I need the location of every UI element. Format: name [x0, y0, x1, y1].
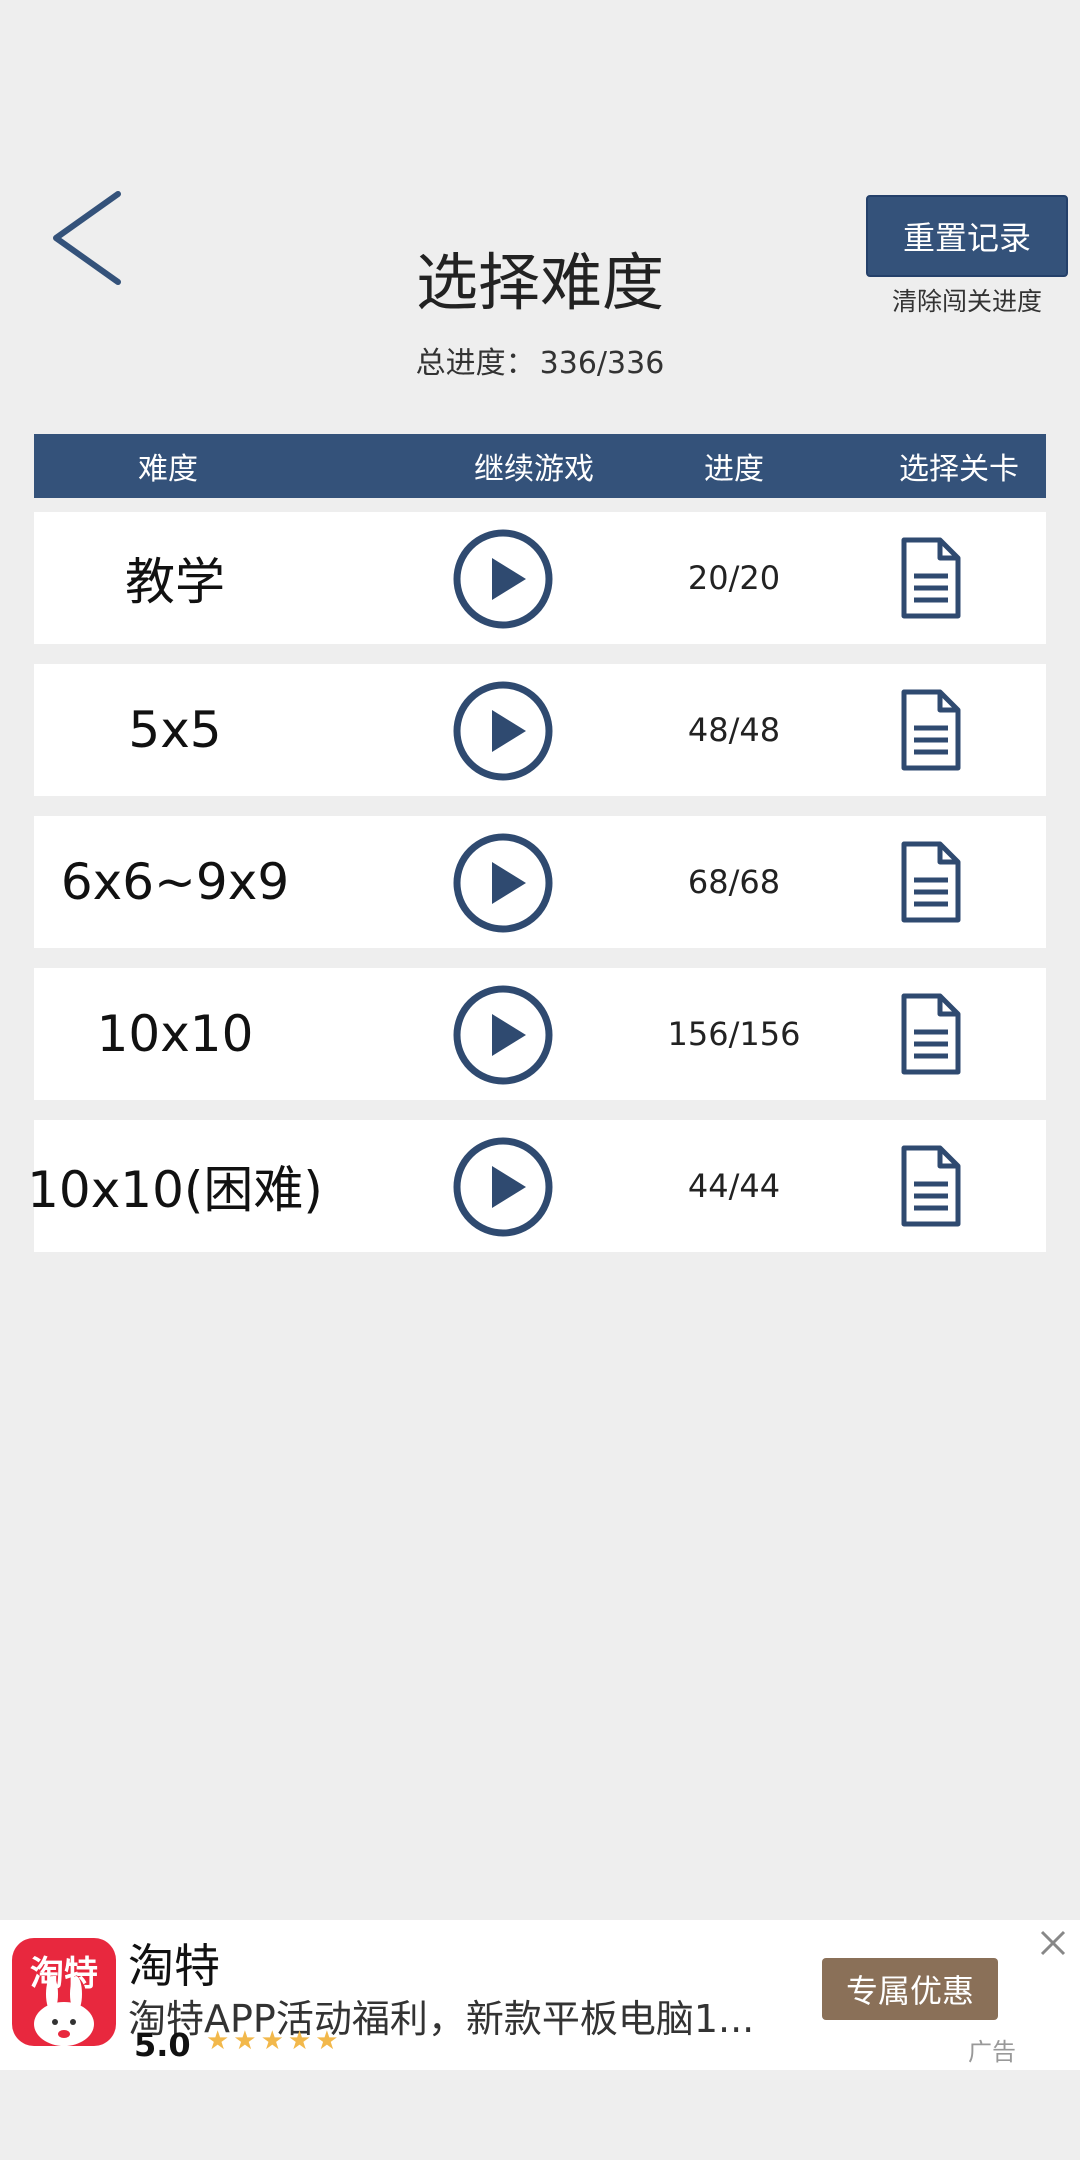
- difficulty-name: 5x5: [128, 701, 222, 759]
- difficulty-name: 教学: [125, 553, 225, 611]
- header-difficulty: 难度: [138, 452, 198, 487]
- difficulty-name: 6x6~9x9: [60, 853, 290, 911]
- ad-label: 广告: [968, 2038, 1016, 2066]
- document-icon[interactable]: [898, 992, 962, 1076]
- ad-stars: ★★★★★: [206, 2026, 343, 2056]
- level-progress: 68/68: [687, 863, 781, 901]
- play-icon[interactable]: [452, 984, 554, 1086]
- rabbit-mascot-icon: [34, 1976, 94, 2046]
- table-row: 10x10(困难) 44/44: [27, 1120, 1046, 1252]
- ad-cta-button[interactable]: 专属优惠: [822, 1958, 998, 2020]
- reset-record-button[interactable]: 重置记录: [866, 195, 1068, 277]
- reset-subtitle: 清除闯关进度: [891, 287, 1042, 316]
- ad-app-logo: 淘特: [12, 1938, 116, 2046]
- play-icon[interactable]: [452, 1136, 554, 1238]
- total-progress-value: 336/336: [539, 346, 665, 381]
- document-icon[interactable]: [898, 536, 962, 620]
- table-header: 难度 继续游戏 进度 选择关卡: [34, 434, 1046, 498]
- document-icon[interactable]: [898, 688, 962, 772]
- table-row: 10x10 156/156: [34, 968, 1046, 1100]
- close-icon[interactable]: [1038, 1928, 1068, 1958]
- ad-title: 淘特: [128, 1939, 220, 1993]
- header-progress: 进度: [704, 452, 764, 487]
- header-select-level: 选择关卡: [899, 452, 1019, 487]
- total-progress: 总进度： 336/336: [0, 338, 1080, 382]
- play-icon[interactable]: [452, 832, 554, 934]
- play-icon[interactable]: [452, 528, 554, 630]
- ad-rating: 5.0: [134, 2026, 191, 2064]
- table-row: 5x5 48/48: [34, 664, 1046, 796]
- table-row: 教学 20/20: [34, 512, 1046, 644]
- table-row: 6x6~9x9 68/68: [34, 816, 1046, 948]
- total-progress-label: 总进度：: [415, 346, 536, 381]
- play-icon[interactable]: [452, 680, 554, 782]
- document-icon[interactable]: [898, 1144, 962, 1228]
- level-progress: 156/156: [667, 1015, 801, 1053]
- level-progress: 48/48: [687, 711, 781, 749]
- ad-banner[interactable]: 淘特 淘特 淘特APP活动福利，新款平板电脑1... 5.0 ★★★★★ 专属优…: [0, 1920, 1080, 2070]
- level-progress: 20/20: [687, 559, 781, 597]
- document-icon[interactable]: [898, 840, 962, 924]
- difficulty-name: 10x10(困难): [27, 1161, 323, 1219]
- difficulty-name: 10x10: [96, 1005, 254, 1063]
- level-progress: 44/44: [687, 1167, 781, 1205]
